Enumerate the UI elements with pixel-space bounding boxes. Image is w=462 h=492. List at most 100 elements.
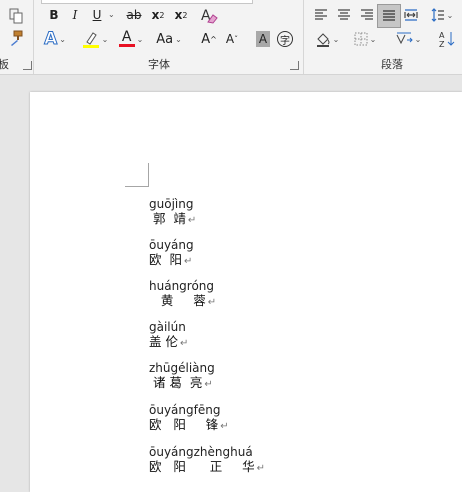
align-center-icon [338,9,350,20]
divider [33,0,34,74]
pinyin-text: ōuyáng [149,238,194,252]
shrink-font-label: A [225,32,235,46]
svg-text:A: A [439,31,445,40]
shading-button[interactable]: ⌄ [312,29,342,49]
clear-formatting-icon: A [201,8,218,24]
format-painter-icon [11,30,23,46]
subscript-mark: 2 [159,10,165,20]
margin-marker [148,163,149,187]
justify-icon [383,10,395,21]
grow-font-button[interactable]: A ^ [199,29,219,49]
distributed-button[interactable] [402,5,420,25]
strikethrough-button[interactable]: ab [124,5,144,25]
chevron-down-icon: ⌄ [332,34,340,44]
justify-button[interactable] [377,4,401,28]
italic-button[interactable]: I [67,5,83,25]
document-page[interactable] [30,92,462,492]
paragraph-mark: ↵ [256,463,266,474]
borders-icon [354,32,368,46]
divider [303,0,304,74]
hanzi-text: 欧 阳 正 华 ↵ [149,459,266,474]
phonetic-entry[interactable]: ōuyángfēng 欧 阳 锋 ↵ [149,404,229,434]
clipboard-group-label: 板 [0,58,9,71]
hanzi-text: 黄 蓉 ↵ [149,293,217,308]
paragraph-mark: ↵ [183,256,193,267]
phonetic-entry[interactable]: zhūgéliàng 诸 葛 亮 ↵ [149,362,215,392]
text-direction-button[interactable]: ⌄ [393,29,423,49]
sort-button[interactable]: AZ [436,29,458,49]
font-group-label: 字体 [148,58,170,71]
paragraph-mark: ↵ [179,338,189,349]
chevron-down-icon: ⌄ [446,10,454,20]
copy-button[interactable] [6,6,26,26]
hanzi-text: 诸 葛 亮 ↵ [149,375,213,390]
hanzi-text: 欧 阳 ↵ [149,252,193,267]
align-right-icon [361,9,373,20]
pinyin-text: gàilún [149,320,186,334]
phonetic-entry[interactable]: huángróng 黄 蓉 ↵ [149,280,216,310]
text-effects-button[interactable]: A ⌄ [44,29,66,50]
hanzi-text: 郭 靖 ↵ [149,211,197,226]
chevron-down-icon: ⌄ [175,34,182,44]
pinyin-text: huángróng [149,279,215,293]
superscript-base: x [174,8,183,22]
subscript-button[interactable]: x2 [149,5,167,25]
phonetic-entry[interactable]: ōuyángzhènghuá 欧 阳 正 华 ↵ [149,446,265,476]
paragraph-mark: ↵ [220,421,229,432]
font-dialog-launcher[interactable] [290,61,299,70]
hanzi-text: 欧 阳 锋 ↵ [149,417,229,432]
format-painter-button[interactable] [6,28,26,48]
pinyin-text: ōuyángfēng [149,403,221,417]
character-shading-button[interactable]: A [254,29,272,49]
underline-button[interactable]: U [89,5,105,25]
copy-icon [9,8,23,24]
superscript-mark: 2 [182,10,188,20]
pinyin-text: zhūgéliàng [149,361,215,375]
grow-font-label: A [201,31,211,47]
change-case-button[interactable]: Aa ⌄ [154,29,184,49]
font-color-swatch [118,44,135,47]
text-effects-label: A [44,29,58,50]
text-direction-icon [396,32,413,45]
highlighter-icon [82,32,99,48]
enclose-characters-button[interactable]: 字 [276,29,294,49]
align-right-button[interactable] [358,5,376,25]
chevron-down-icon: ⌄ [414,34,422,44]
line-spacing-button[interactable]: ⌄ [428,5,456,25]
bold-button[interactable]: B [46,5,62,25]
subscript-base: x [151,8,160,22]
clear-formatting-button[interactable]: A [198,5,220,25]
hanzi-text: 盖 伦 ↵ [149,334,189,349]
underline-dropdown-icon[interactable]: ⌄ [108,10,115,19]
paragraph-group-label: 段落 [381,58,403,71]
paint-bucket-icon [316,33,330,47]
align-center-button[interactable] [335,5,353,25]
pinyin-text: ōuyángzhènghuá [149,445,253,459]
phonetic-entry[interactable]: gàilún 盖 伦 ↵ [149,321,188,351]
shrink-font-button[interactable]: Aˇ [222,29,242,49]
phonetic-entry[interactable]: ōuyáng 欧 阳 ↵ [149,239,194,269]
superscript-button[interactable]: x2 [172,5,190,25]
line-spacing-icon [431,8,444,22]
paragraph-mark: ↵ [204,379,213,390]
phonetic-entry[interactable]: guōjìng 郭 靖 ↵ [149,198,196,228]
align-left-icon [315,9,327,20]
font-color-label: A [121,29,132,45]
paragraph-mark: ↵ [187,215,197,226]
ribbon: 板 B I U ⌄ ab x2 x2 A A ⌄ ⌄ A ⌄ Aa ⌄ A ^ … [0,0,462,75]
align-left-button[interactable] [312,5,330,25]
clipboard-dialog-launcher[interactable] [23,61,32,70]
margin-marker [125,186,149,187]
pinyin-text: guōjìng [149,197,194,211]
chevron-down-icon: ⌄ [136,34,144,44]
borders-button[interactable]: ⌄ [350,29,380,49]
sort-icon: AZ [439,31,455,48]
character-shading-label: A [255,31,271,47]
highlight-color-button[interactable]: ⌄ [80,29,110,49]
paragraph-mark: ↵ [207,297,217,308]
enclose-characters-label: 字 [277,31,293,47]
distributed-icon [404,9,418,21]
svg-text:Z: Z [439,40,445,48]
chevron-down-icon: ⌄ [369,34,377,44]
font-color-button[interactable]: A ⌄ [116,29,146,49]
